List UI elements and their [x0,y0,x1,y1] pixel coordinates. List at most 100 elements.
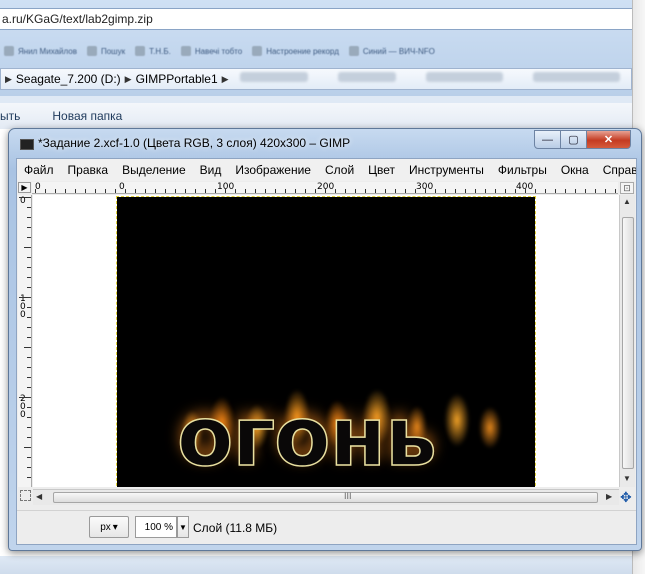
ruler-tick [125,189,126,193]
bookmark-item[interactable]: Настроение рекорд [252,46,339,56]
ruler-tick [285,189,286,193]
ruler-tick [27,317,31,318]
ruler-tick [335,189,336,193]
scroll-down-icon[interactable]: ▼ [623,474,631,483]
ruler-tick [445,189,446,193]
ruler-tick [105,189,106,193]
navigate-icon[interactable]: ✥ [620,489,632,506]
ruler-tick [355,189,356,193]
title-bar[interactable]: *Задание 2.xcf-1.0 (Цвета RGB, 3 слоя) 4… [9,129,641,158]
scroll-right-icon[interactable]: ▶ [606,492,612,501]
menu-select[interactable]: Выделение [115,163,193,177]
ruler-tick [145,189,146,193]
menu-tools[interactable]: Инструменты [402,163,491,177]
ruler-tick [27,307,31,308]
bookmark-item[interactable]: Синий — ВИЧ-NFO [348,46,435,56]
ruler-tick [185,189,186,193]
chevron-right-icon: ▶ [5,73,12,84]
menu-view[interactable]: Вид [193,163,229,177]
ruler-tick [255,189,256,193]
ruler-tick [585,189,586,193]
bookmark-icon [348,46,359,56]
maximize-icon: ▢ [568,134,579,146]
chevron-right-icon: ▶ [124,73,132,84]
scroll-left-icon[interactable]: ◀ [36,492,42,501]
menu-edit[interactable]: Правка [61,163,116,177]
horizontal-ruler[interactable]: 0 0 100 200 300 400 [32,182,618,194]
ruler-tick [27,277,31,278]
fire-text: огонь [176,390,438,485]
menu-filters[interactable]: Фильтры [491,163,554,177]
ruler-tick [595,189,596,193]
address-bar[interactable]: a.ru/KGaG/text/lab2gimp.zip [0,8,632,30]
ruler-tick [605,189,606,193]
menu-file[interactable]: Файл [17,163,61,177]
menu-colors[interactable]: Цвет [361,163,402,177]
image-window-client: Файл Правка Выделение Вид Изображение Сл… [16,158,637,545]
menu-image[interactable]: Изображение [228,163,318,177]
ruler-tick [385,189,386,193]
bookmark-item[interactable]: Навечі тобто [180,46,242,56]
breadcrumb-folder[interactable]: GIMPPortable1 [136,72,218,86]
ruler-tick [75,189,76,193]
zoom-input[interactable]: 100 % [135,516,177,538]
ruler-tick [95,189,96,193]
ruler-tick [135,189,136,193]
command-new-folder[interactable]: Новая папка [52,109,122,123]
ruler-tick [27,237,31,238]
maximize-button[interactable]: ▢ [560,130,587,149]
horizontal-scrollbar[interactable]: ◀ III ▶ [33,489,619,505]
ruler-tick [295,189,296,193]
scroll-grip: III [344,491,352,501]
ruler-tick [485,189,486,193]
ruler-tick [85,189,86,193]
menu-help[interactable]: Справка [596,163,636,177]
zoom-dropdown-button[interactable]: ▼ [177,516,189,538]
close-button[interactable]: ✕ [586,130,631,149]
bookmarks-bar: Янил Михайлов Пошук Т.Н.Б. Навечі тобто … [0,38,632,64]
bookmark-item[interactable]: Пошук [86,46,125,56]
ruler-tick [235,189,236,193]
horizontal-scroll-thumb[interactable]: III [53,491,598,503]
ruler-tick [27,207,31,208]
ruler-tick [525,189,526,193]
zoom-to-fit-icon[interactable]: ⊡ [620,182,634,194]
ruler-tick [27,217,31,218]
minimize-button[interactable]: — [534,130,561,149]
chevron-down-icon: ▼ [179,522,187,532]
command-open[interactable]: ыть [0,109,20,123]
breadcrumb-drive[interactable]: Seagate_7.200 (D:) [16,72,121,86]
ruler-tick [195,189,196,193]
ruler-tick [115,189,116,193]
ruler-tick [405,189,406,193]
vertical-ruler[interactable]: 0 1 0 0 2 0 0 [18,195,32,487]
bookmark-item[interactable]: Янил Михайлов [4,46,77,56]
ruler-tick [19,297,31,298]
vertical-scrollbar[interactable]: ▲ ▼ [619,195,635,487]
ruler-tick [27,267,31,268]
ruler-tick [27,367,31,368]
ruler-tick [35,189,36,193]
ruler-tick [27,457,31,458]
ruler-tick [345,189,346,193]
menu-layer[interactable]: Слой [318,163,361,177]
ruler-tick [245,189,246,193]
menu-bar: Файл Правка Выделение Вид Изображение Сл… [17,159,636,181]
explorer-command-bar: ыть Новая папка [0,103,632,129]
ruler-tick [24,347,31,348]
unit-select[interactable]: px ▾ [89,516,129,538]
ruler-tick [27,437,31,438]
canvas[interactable]: огонь [33,195,619,487]
ruler-label: 0 [119,182,125,192]
bookmark-item[interactable]: Т.Н.Б. [135,46,171,56]
menu-windows[interactable]: Окна [554,163,596,177]
ruler-tick [27,407,31,408]
image-layer[interactable]: огонь [116,196,536,487]
vertical-scroll-thumb[interactable] [622,217,634,469]
ruler-corner-menu-icon[interactable]: ▶ [18,182,31,193]
scroll-up-icon[interactable]: ▲ [623,197,631,206]
ruler-tick [265,189,266,193]
quick-mask-toggle-icon[interactable] [20,490,31,501]
ruler-tick [415,189,416,193]
ruler-tick [565,189,566,193]
